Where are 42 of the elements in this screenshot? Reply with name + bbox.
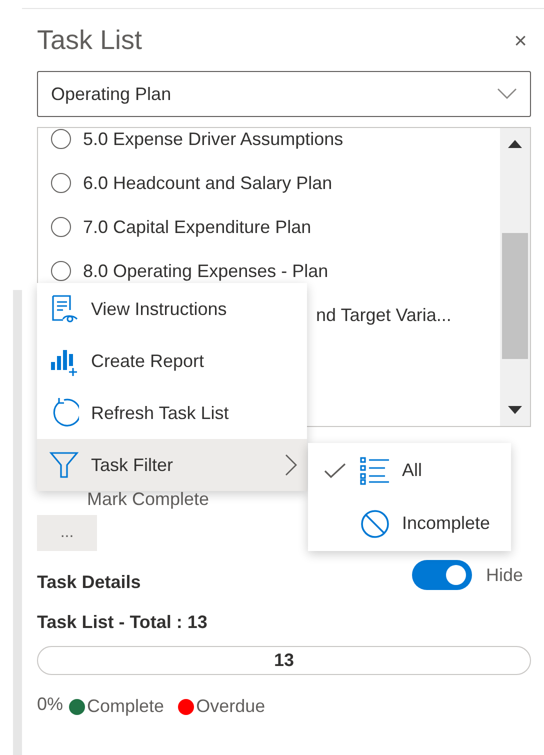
menu-item[interactable]: Task Filter	[37, 439, 307, 491]
menu-item-label: Refresh Task List	[91, 402, 230, 424]
prohibited-icon	[360, 508, 390, 538]
radio-button[interactable]	[51, 261, 71, 281]
close-button[interactable]: ×	[510, 24, 531, 56]
filter-icon	[49, 450, 79, 480]
summary-title: Task List - Total : 13	[37, 611, 208, 634]
progress-count: 13	[274, 649, 294, 672]
menu-item-label: Create Report	[91, 350, 206, 373]
chevron-down-icon	[497, 88, 517, 100]
radio-button[interactable]	[51, 217, 71, 237]
scroll-down-icon	[508, 406, 522, 414]
menu-item[interactable]: Refresh Task List	[37, 387, 307, 439]
scroll-up-icon	[508, 140, 522, 148]
list-icon	[360, 456, 390, 484]
menu-item-label: View Instructions	[91, 298, 228, 320]
panel-title: Task List	[37, 24, 142, 57]
checkmark-icon	[324, 462, 346, 478]
task-item[interactable]: 7.0 Capital Expenditure Plan	[38, 205, 500, 249]
menu-item-label: Task Filter	[91, 454, 174, 476]
menu-item[interactable]: Create Report	[37, 335, 307, 387]
menu-item[interactable]: View Instructions	[37, 283, 307, 335]
legend-label: Overdue	[196, 695, 266, 718]
submenu-item-label: All	[402, 459, 422, 482]
toggle-switch[interactable]	[412, 560, 472, 590]
more-button[interactable]: ...	[37, 515, 97, 551]
scroll-thumb[interactable]	[502, 233, 528, 359]
task-item[interactable]: 6.0 Headcount and Salary Plan	[38, 161, 500, 205]
legend-label: Complete	[87, 695, 164, 718]
task-item-label: nd Target Varia...	[316, 304, 452, 327]
plan-dropdown[interactable]: Operating Plan	[37, 71, 531, 117]
submenu-item[interactable]: Incomplete	[308, 497, 511, 550]
submenu-item-label: Incomplete	[402, 512, 490, 535]
document-eye-icon	[49, 294, 79, 324]
radio-button[interactable]	[51, 129, 71, 149]
task-details-label: Task Details	[37, 570, 141, 594]
radio-button[interactable]	[51, 173, 71, 193]
submenu-item[interactable]: All	[308, 444, 511, 497]
task-item[interactable]: 5.0 Expense Driver Assumptions	[38, 128, 500, 161]
toggle-label: Hide	[486, 564, 523, 586]
percent-complete: 0%	[37, 693, 64, 716]
chevron-right-icon	[285, 454, 297, 476]
